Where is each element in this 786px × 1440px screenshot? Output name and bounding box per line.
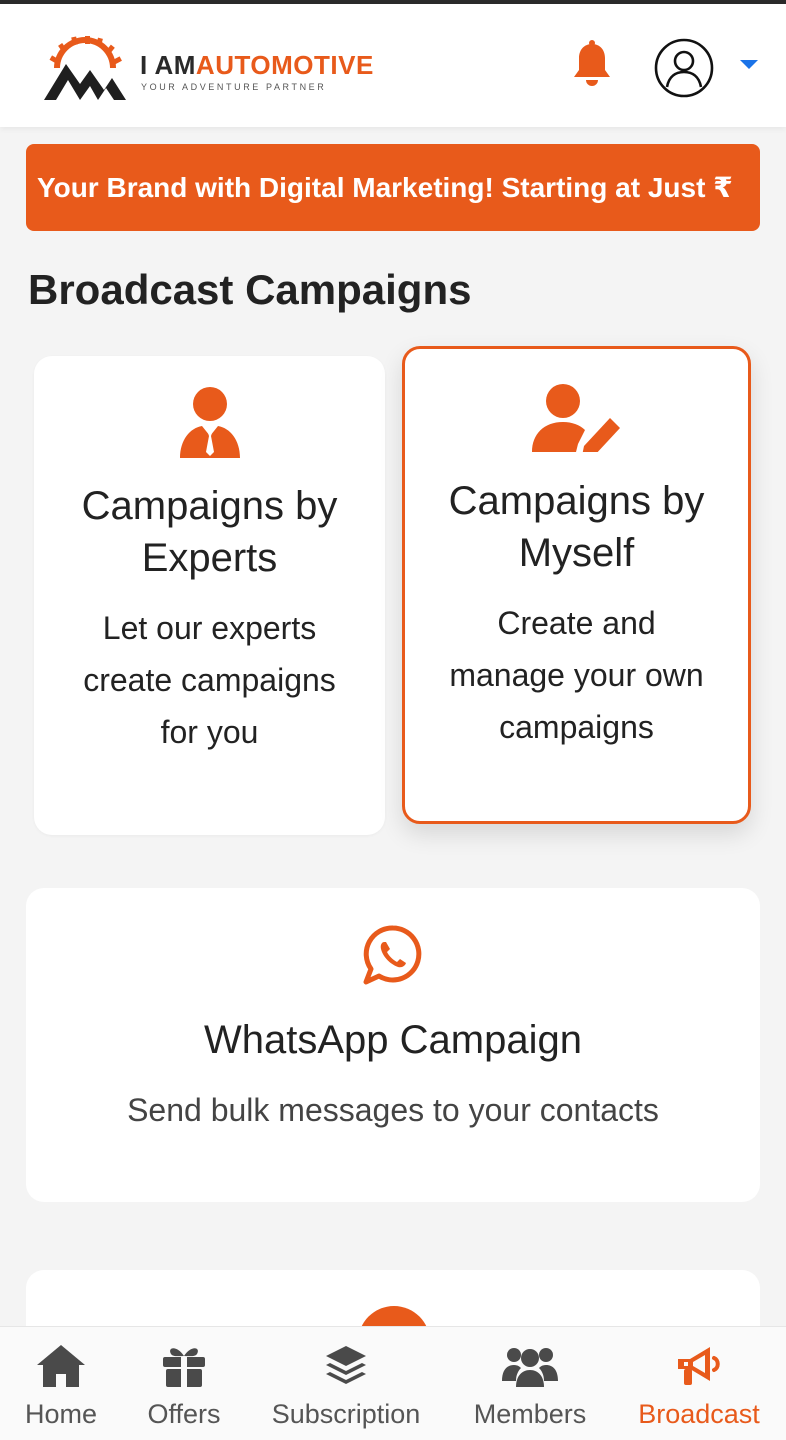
nav-label: Offers <box>147 1399 221 1429</box>
nav-offers[interactable]: Offers <box>122 1327 246 1440</box>
card-desc-line3: campaigns <box>499 709 654 745</box>
nav-members[interactable]: Members <box>460 1327 600 1440</box>
card-desc-line1: Create and <box>497 605 656 641</box>
promo-text: Your Brand with Digital Marketing! Start… <box>37 172 733 203</box>
campaigns-by-myself-card[interactable]: Campaigns by Myself Create and manage yo… <box>402 346 751 824</box>
nav-subscription[interactable]: Subscription <box>246 1327 446 1440</box>
card-title: WhatsApp Campaign <box>204 1018 582 1062</box>
user-pen-icon <box>532 384 620 452</box>
promo-banner[interactable]: Your Brand with Digital Marketing! Start… <box>26 144 760 231</box>
page-title: Broadcast Campaigns <box>28 266 472 313</box>
bell-icon[interactable] <box>571 40 613 88</box>
card-desc-line2: create campaigns <box>83 662 336 698</box>
home-icon <box>37 1345 85 1387</box>
brand-tagline: YOUR ADVENTURE PARTNER <box>141 82 327 92</box>
nav-label: Home <box>24 1399 98 1429</box>
caret-down-icon[interactable] <box>738 57 760 71</box>
gift-icon <box>163 1348 205 1387</box>
megaphone-icon <box>678 1347 720 1385</box>
card-desc-line1: Let our experts <box>102 610 317 646</box>
user-circle-icon[interactable] <box>654 38 714 98</box>
nav-broadcast[interactable]: Broadcast <box>624 1327 774 1440</box>
card-title-line1: Campaigns by <box>81 484 338 528</box>
app-header: I AMAUTOMOTIVE YOUR ADVENTURE PARTNER <box>0 4 786 127</box>
users-icon <box>502 1348 558 1387</box>
brand-name: I AMAUTOMOTIVE <box>140 50 374 81</box>
card-title-line1: Campaigns by <box>448 479 705 523</box>
brand-name-part1: I AM <box>140 50 196 80</box>
campaigns-by-experts-card[interactable]: Campaigns by Experts Let our experts cre… <box>34 356 385 835</box>
nav-label: Members <box>473 1399 587 1429</box>
user-tie-icon <box>180 387 240 458</box>
card-title-line2: Experts <box>141 536 278 580</box>
card-title-line2: Myself <box>518 531 635 575</box>
brand-name-part2: AUTOMOTIVE <box>195 50 374 80</box>
logo-mark-icon <box>44 36 126 100</box>
card-desc-line3: for you <box>160 714 259 750</box>
nav-label: Subscription <box>271 1399 421 1429</box>
nav-home[interactable]: Home <box>0 1327 122 1440</box>
layers-icon <box>326 1346 366 1384</box>
card-desc: Send bulk messages to your contacts <box>127 1092 659 1128</box>
brand-logo[interactable]: I AMAUTOMOTIVE YOUR ADVENTURE PARTNER <box>40 34 380 104</box>
nav-label: Broadcast <box>638 1399 760 1429</box>
bottom-nav: Home Offers Subscription Members Broadca… <box>0 1326 786 1440</box>
card-desc-line2: manage your own <box>449 657 704 693</box>
whatsapp-campaign-card[interactable]: WhatsApp Campaign Send bulk messages to … <box>26 888 760 1202</box>
whatsapp-icon <box>363 925 422 985</box>
